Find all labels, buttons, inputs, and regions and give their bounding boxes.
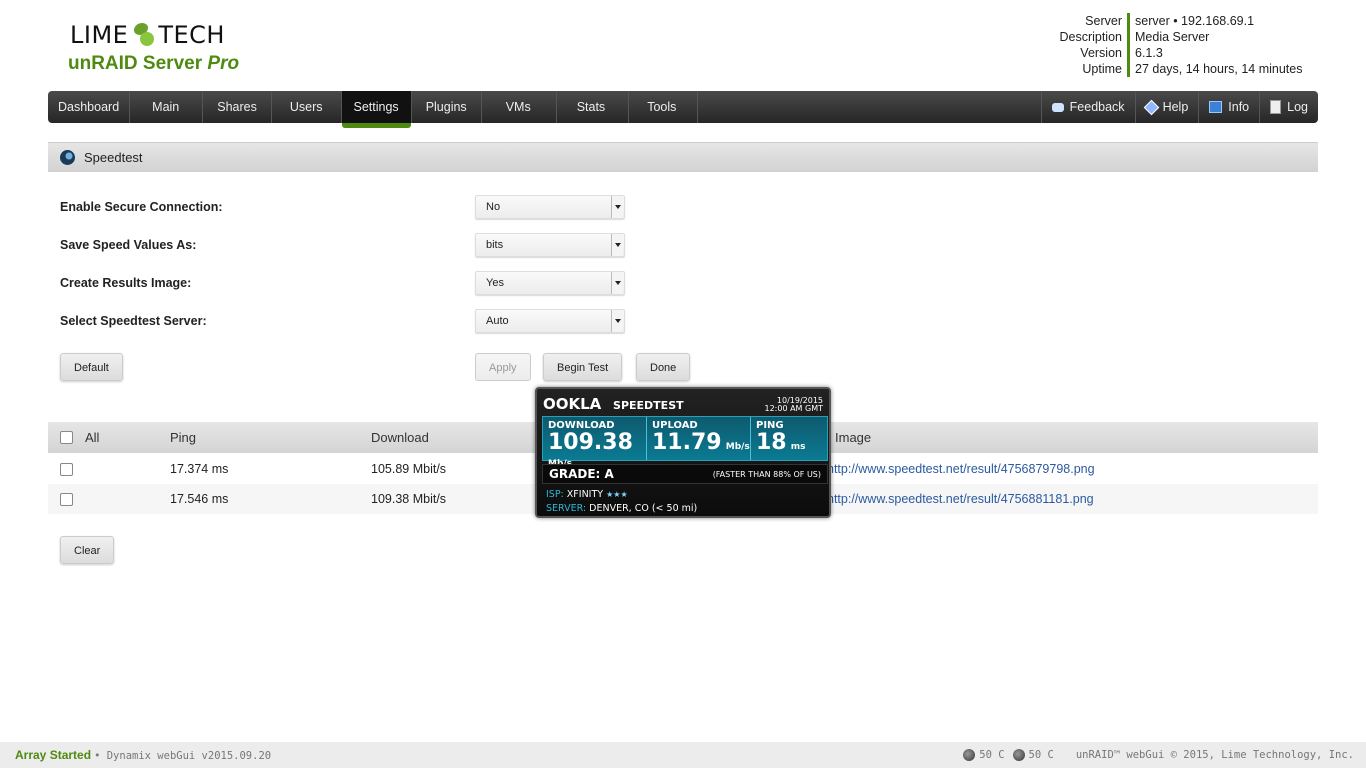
- feedback-icon: [1051, 102, 1064, 112]
- result-image-link[interactable]: http://www.speedtest.net/result/47568811…: [827, 484, 1094, 514]
- log-button[interactable]: Log: [1259, 91, 1318, 123]
- copyright: unRAID™ webGui © 2015, Lime Technology, …: [1075, 749, 1354, 761]
- secure-connection-select[interactable]: No: [475, 195, 625, 219]
- tab-users[interactable]: Users: [272, 91, 342, 123]
- server-info-row: Uptime 27 days, 14 hours, 14 minutes: [1082, 61, 1303, 77]
- array-status: Array Started: [15, 748, 92, 762]
- download-value: 105.89 Mbit/s: [371, 462, 447, 476]
- results-image-select[interactable]: Yes: [475, 271, 625, 295]
- header-ping: Ping: [170, 430, 197, 445]
- form-row-secure: Enable Secure Connection: No: [60, 195, 640, 219]
- form-row-image: Create Results Image: Yes: [60, 271, 640, 295]
- ping-value: 17.374 ms: [170, 462, 229, 476]
- grade-bar: GRADE: A (FASTER THAN 88% OF US): [542, 464, 828, 484]
- product-name: unRAID Server Pro: [68, 53, 240, 74]
- row-checkbox[interactable]: [60, 484, 73, 514]
- field-label: Enable Secure Connection:: [60, 200, 223, 214]
- page-title: Speedtest: [84, 150, 143, 165]
- log-document-icon: [1270, 100, 1282, 114]
- row-checkbox[interactable]: [60, 454, 73, 484]
- ping-value: 17.546 ms: [170, 492, 229, 506]
- begin-test-button[interactable]: Begin Test: [543, 353, 623, 381]
- page-title-bar: Speedtest: [48, 142, 1318, 172]
- field-label: Create Results Image:: [60, 276, 192, 290]
- server-info-row: Version 6.1.3: [1080, 45, 1163, 61]
- apply-button[interactable]: Apply: [475, 353, 531, 381]
- download-metric: DOWNLOAD 109.38 Mb/s: [543, 417, 647, 469]
- header-image: Image: [835, 430, 872, 445]
- brand-left-text: LIME: [70, 21, 129, 49]
- field-label: Select Speedtest Server:: [60, 314, 207, 328]
- result-datetime: 10/19/2015 12:00 AM GMT: [764, 396, 823, 413]
- help-icon: [1143, 99, 1159, 115]
- tab-stats[interactable]: Stats: [557, 91, 630, 123]
- result-image-link[interactable]: http://www.speedtest.net/result/47568797…: [827, 454, 1095, 484]
- form-row-server: Select Speedtest Server: Auto: [60, 309, 640, 333]
- tab-plugins[interactable]: Plugins: [412, 91, 482, 123]
- done-button[interactable]: Done: [636, 353, 691, 381]
- main-nav: Dashboard Main Shares Users Settings Plu…: [48, 91, 1318, 128]
- server-info-row: Description Media Server: [1059, 29, 1210, 45]
- server-info: Server server • 192.168.69.1 Description M…: [1040, 13, 1340, 77]
- tab-tools[interactable]: Tools: [629, 91, 699, 123]
- dropdown-arrow-icon: [611, 272, 623, 294]
- ping-metric: PING 18 ms: [756, 420, 806, 455]
- info-monitor-icon: [1209, 101, 1223, 113]
- webgui-version: • Dynamix webGui v2015.09.20: [94, 750, 272, 762]
- help-button[interactable]: Help: [1134, 91, 1199, 123]
- header-download: Download: [371, 430, 429, 445]
- speed-units-select[interactable]: bits: [475, 233, 625, 257]
- server-info-row: Server server • 192.168.69.1: [1085, 13, 1255, 29]
- leaf-logo-icon: [130, 22, 156, 48]
- upload-metric: UPLOAD 11.79 Mb/s: [647, 417, 751, 460]
- tab-settings[interactable]: Settings: [341, 91, 412, 128]
- default-button[interactable]: Default: [60, 353, 123, 381]
- faster-than-text: (FASTER THAN 88% OF US): [712, 469, 821, 479]
- tab-main[interactable]: Main: [130, 91, 204, 123]
- dropdown-arrow-icon: [611, 196, 623, 218]
- feedback-button[interactable]: Feedback: [1040, 91, 1135, 123]
- disk-temp: 50 C: [963, 749, 1005, 761]
- tab-dashboard[interactable]: Dashboard: [48, 91, 131, 123]
- tab-vms[interactable]: VMs: [482, 91, 557, 123]
- speedtest-server-select[interactable]: Auto: [475, 309, 625, 333]
- brand-right-text: TECH: [158, 21, 225, 49]
- disk-temp: 50 C: [1012, 749, 1054, 761]
- footer: Array Started • Dynamix webGui v2015.09.…: [0, 742, 1366, 768]
- info-button[interactable]: Info: [1198, 91, 1259, 123]
- field-label: Save Speed Values As:: [60, 238, 197, 252]
- isp-info: ISP: XFINITY ★★★ SERVER: DENVER, CO (< 5…: [546, 489, 698, 514]
- clear-button[interactable]: Clear: [60, 536, 115, 564]
- form-row-units: Save Speed Values As: bits: [60, 233, 640, 257]
- header-all: All: [85, 430, 100, 445]
- dropdown-arrow-icon: [611, 310, 623, 332]
- disk-icon: [1012, 749, 1025, 761]
- rating-stars-icon: ★★★: [606, 490, 628, 499]
- select-all-checkbox[interactable]: [60, 422, 73, 453]
- speedtest-gauge-icon: [60, 150, 75, 165]
- tab-shares[interactable]: Shares: [203, 91, 272, 123]
- limetech-logo[interactable]: LIME TECH unRAID Server Pro: [68, 20, 239, 74]
- disk-icon: [963, 749, 976, 761]
- speedtest-result-image: OOKLA SPEEDTEST 10/19/2015 12:00 AM GMT …: [535, 387, 831, 518]
- download-value: 109.38 Mbit/s: [371, 492, 447, 506]
- ookla-logo: OOKLA SPEEDTEST: [543, 395, 684, 413]
- dropdown-arrow-icon: [611, 234, 623, 256]
- grade-text: GRADE: A: [549, 467, 614, 481]
- product-edition: Pro: [207, 53, 240, 74]
- metrics-panel: DOWNLOAD 109.38 Mb/s UPLOAD 11.79 Mb/s P…: [542, 416, 828, 469]
